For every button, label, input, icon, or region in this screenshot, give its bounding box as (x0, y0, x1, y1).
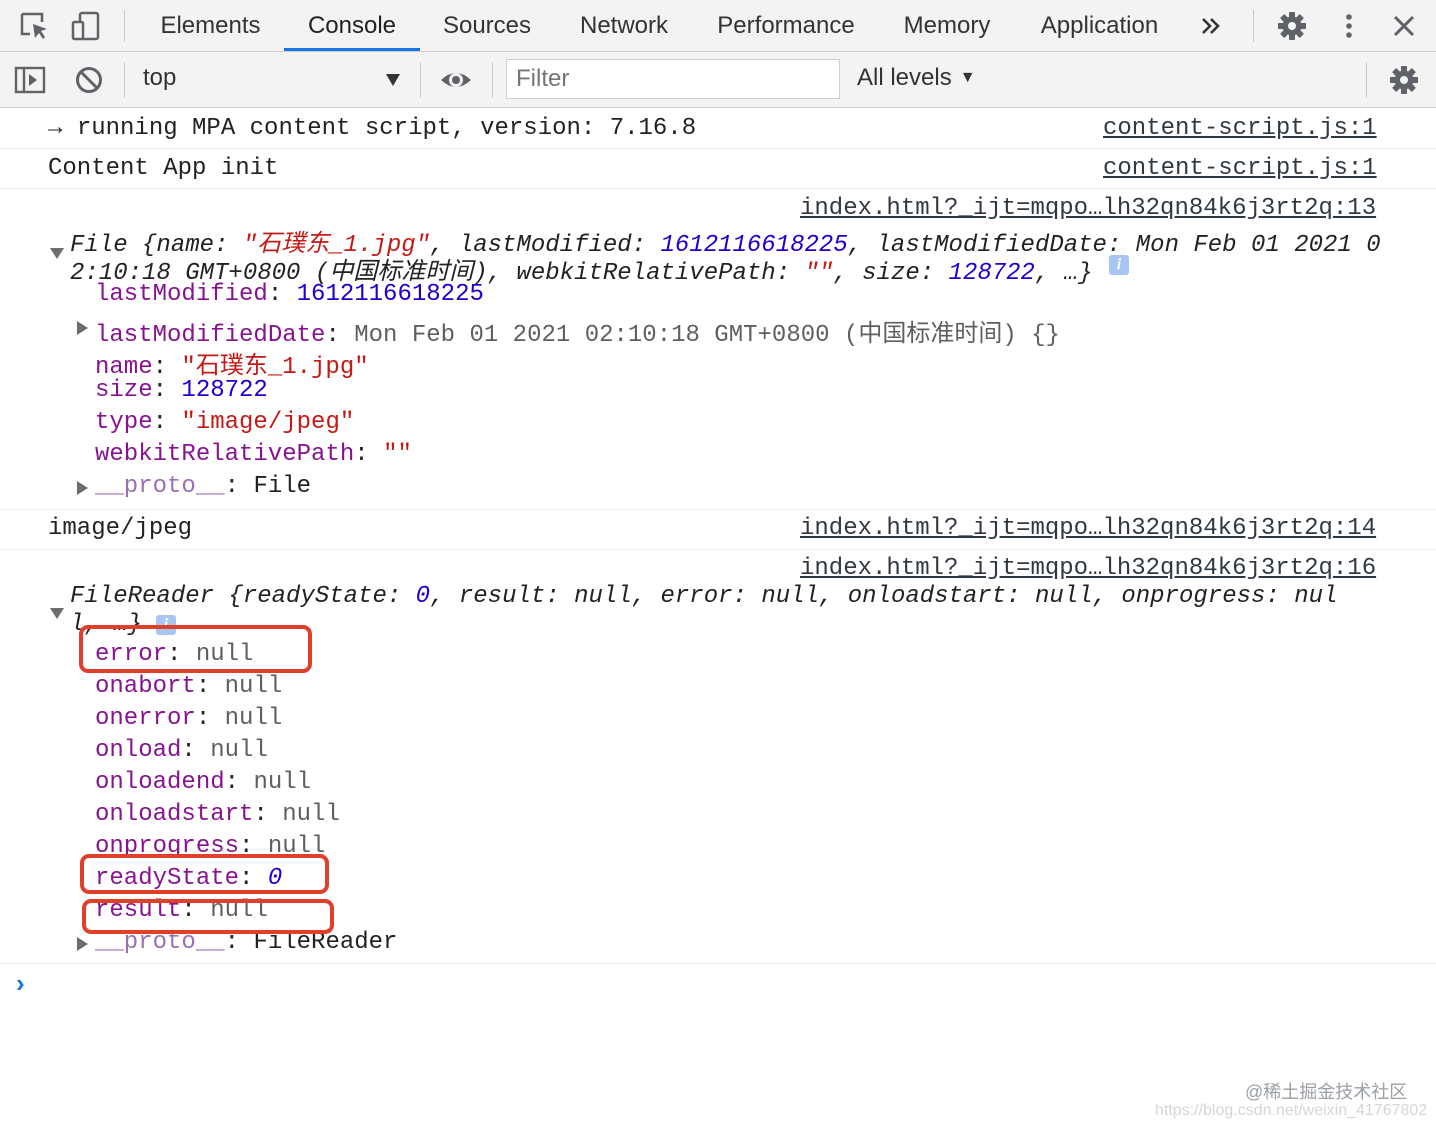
property-key: onloadstart (95, 801, 254, 828)
toolbar-divider (1253, 10, 1254, 42)
message-body: running MPA content script, version: 7.1… (76, 115, 697, 142)
levels-caret-icon: ▼ (959, 69, 976, 86)
property-key: onabort (95, 673, 196, 700)
property-row[interactable]: lastModifiedDate: Mon Feb 01 2021 02:10:… (95, 313, 1060, 349)
live-expression-eye-icon[interactable] (440, 64, 472, 96)
log-levels-label: All levels (857, 64, 952, 91)
property-key: onerror (95, 705, 196, 732)
tab-application[interactable]: Application (1027, 0, 1172, 51)
property-row: onload: null (95, 737, 268, 764)
expand-toggle-icon[interactable] (77, 937, 88, 951)
inspect-element-icon[interactable] (18, 10, 50, 42)
settings-gear-icon[interactable] (1276, 10, 1308, 42)
property-key: onloadend (95, 769, 225, 796)
property-key: type (95, 409, 153, 436)
property-key: lastModified (95, 281, 268, 308)
property-row: onerror: null (95, 705, 283, 732)
source-link[interactable]: index.html?_ijt=mqpo…lh32qn84k6j3rt2q:16 (800, 555, 1376, 582)
property-value: "image/jpeg" (181, 409, 355, 436)
summary-number: 0 (415, 583, 431, 610)
summary-text: , …} (1034, 260, 1093, 287)
property-key: webkitRelativePath (95, 441, 355, 468)
property-row[interactable]: __proto__: File (95, 473, 311, 500)
property-row: size: 128722 (95, 377, 268, 404)
toolbar-divider (1366, 62, 1367, 98)
message-arrow: → (48, 115, 63, 142)
property-value: "" (383, 441, 412, 468)
source-link[interactable]: content-script.js:1 (1103, 155, 1377, 182)
property-value: null (282, 801, 340, 828)
property-row: onabort: null (95, 673, 283, 700)
tab-elements[interactable]: Elements (148, 0, 273, 51)
devtools-tab-bar: Elements Console Sources Network Perform… (0, 0, 1436, 52)
property-row: webkitRelativePath: "" (95, 441, 412, 468)
property-value: null (210, 737, 268, 764)
filter-input[interactable] (506, 59, 840, 99)
summary-text: , webkitRelativePath: (487, 260, 805, 287)
message-text: image/jpeg (48, 515, 193, 542)
message-text: Content App init (48, 155, 279, 182)
kebab-menu-icon[interactable] (1333, 10, 1365, 42)
console-toolbar: top All levels ▼ (0, 52, 1436, 108)
clear-console-icon[interactable] (73, 64, 105, 96)
more-tabs-chevron-icon[interactable] (1195, 10, 1227, 42)
context-dropdown-icon[interactable] (386, 74, 400, 86)
console-prompt-icon[interactable]: › (16, 968, 25, 999)
property-key: __proto__ (95, 473, 225, 500)
expand-toggle-icon[interactable] (77, 481, 88, 495)
context-selector[interactable]: top (143, 64, 176, 92)
expand-toggle-icon[interactable] (50, 248, 64, 259)
message-text: → running MPA content script, version: 7… (48, 115, 696, 142)
highlight-box-error (79, 625, 312, 673)
source-link[interactable]: index.html?_ijt=mqpo…lh32qn84k6j3rt2q:14 (800, 515, 1376, 542)
property-value: Mon Feb 01 2021 02:10:18 GMT+0800 (中国标准时… (354, 322, 1060, 349)
property-value: File (253, 473, 312, 500)
toolbar-divider (420, 62, 421, 98)
tab-network[interactable]: Network (566, 0, 682, 51)
toolbar-divider (492, 62, 493, 98)
summary-text: FileReader {readyState: (70, 583, 416, 610)
watermark-url: https://blog.csdn.net/weixin_41767802 (1155, 1102, 1428, 1119)
expand-toggle-icon[interactable] (77, 321, 88, 335)
source-link[interactable]: index.html?_ijt=mqpo…lh32qn84k6j3rt2q:13 (800, 195, 1376, 222)
property-value: null (253, 769, 312, 796)
property-row: name: "石璞东_1.jpg" (95, 354, 369, 381)
summary-number: 128722 (948, 260, 1035, 287)
sidebar-toggle-icon[interactable] (14, 64, 46, 96)
summary-text: Mon Feb 01 2021 0 (1135, 232, 1381, 259)
property-value: 1612116618225 (296, 281, 484, 308)
property-key: size (95, 377, 153, 404)
toolbar-divider (124, 62, 125, 98)
expand-toggle-icon[interactable] (50, 608, 64, 619)
tab-performance[interactable]: Performance (706, 0, 866, 51)
property-row: type: "image/jpeg" (95, 409, 355, 436)
property-row: onloadend: null (95, 769, 312, 796)
info-icon[interactable]: i (1109, 255, 1129, 275)
summary-string: "" (804, 260, 834, 287)
highlight-box-readystate (80, 854, 329, 894)
tab-console[interactable]: Console (284, 0, 420, 51)
property-row: lastModified: 1612116618225 (95, 281, 484, 308)
object-summary[interactable]: FileReader {readyState: 0, result: null,… (70, 583, 1337, 610)
property-value: null (224, 705, 283, 732)
log-levels-dropdown[interactable]: All levels ▼ (857, 64, 976, 92)
highlight-box-result (82, 899, 334, 934)
tab-memory[interactable]: Memory (892, 0, 1002, 51)
toolbar-divider (124, 10, 125, 42)
device-toolbar-icon[interactable] (70, 10, 102, 42)
property-value: 128722 (181, 377, 268, 404)
property-value: null (224, 673, 283, 700)
tab-sources[interactable]: Sources (432, 0, 542, 51)
summary-text: , size: (833, 260, 949, 287)
property-key: onload (95, 737, 182, 764)
summary-text: , result: null, error: null, onloadstart… (430, 583, 1338, 610)
source-link[interactable]: content-script.js:1 (1103, 115, 1377, 142)
property-row: onloadstart: null (95, 801, 340, 828)
close-icon[interactable] (1388, 10, 1420, 42)
console-settings-gear-icon[interactable] (1388, 64, 1420, 96)
watermark-text: @稀土掘金技术社区 (1245, 1082, 1408, 1102)
